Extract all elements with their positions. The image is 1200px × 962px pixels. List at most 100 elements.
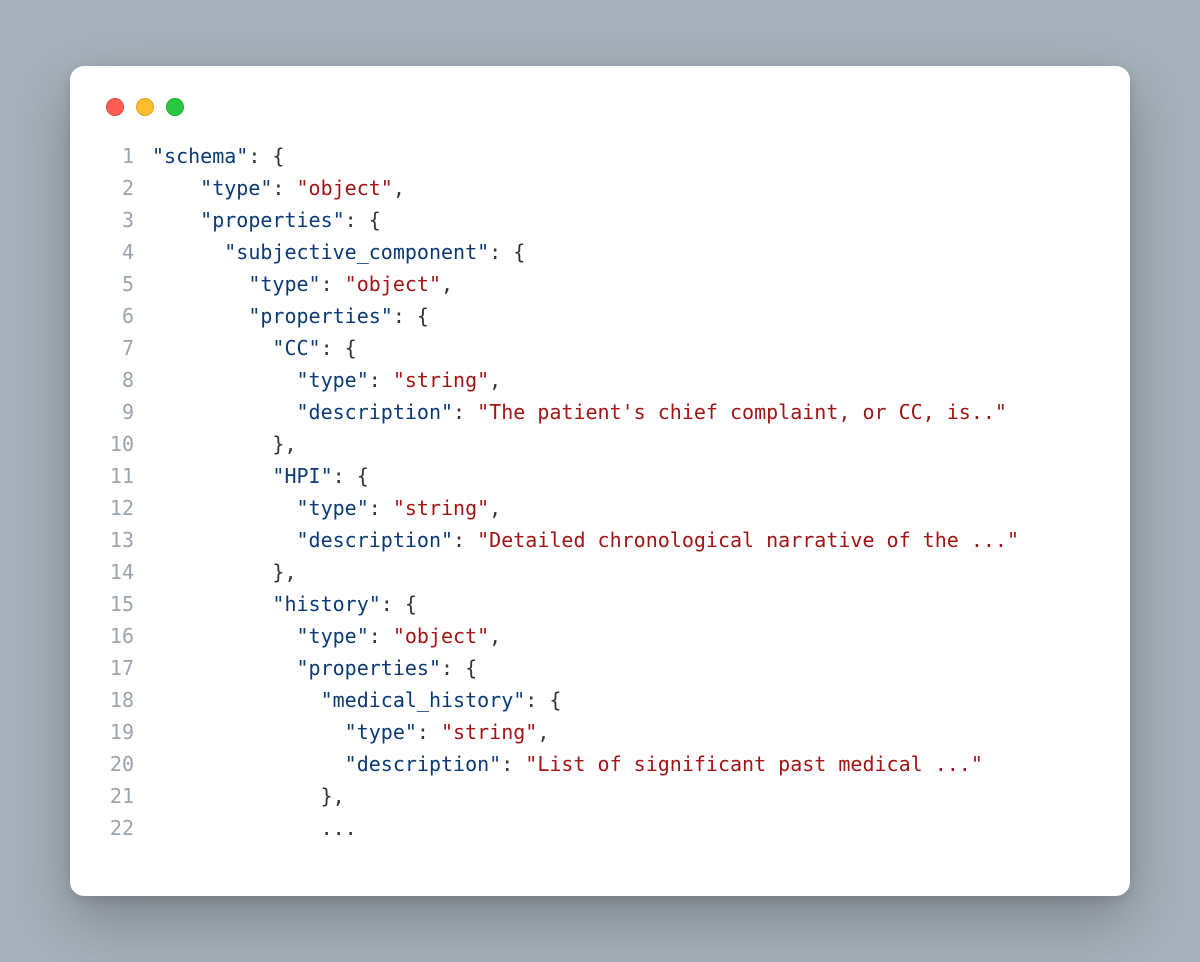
line-content: ... (152, 812, 1094, 844)
token-str: "object" (345, 272, 441, 296)
token-str: "object" (297, 176, 393, 200)
token-punct: }, (272, 432, 296, 456)
code-line: 9 "description": "The patient's chief co… (106, 396, 1094, 428)
line-content: "description": "The patient's chief comp… (152, 396, 1094, 428)
line-content: "type": "string", (152, 492, 1094, 524)
close-icon[interactable] (106, 98, 124, 116)
token-punct: : { (321, 336, 357, 360)
code-line: 3 "properties": { (106, 204, 1094, 236)
line-number: 14 (106, 556, 152, 588)
token-str: "string" (393, 496, 489, 520)
token-punct: }, (321, 784, 345, 808)
minimize-icon[interactable] (136, 98, 154, 116)
token-key: "properties" (297, 656, 442, 680)
token-punct: , (393, 176, 405, 200)
token-punct: : (369, 496, 393, 520)
token-punct: : { (345, 208, 381, 232)
line-number: 17 (106, 652, 152, 684)
token-punct: : (417, 720, 441, 744)
token-punct: : (369, 368, 393, 392)
token-key: "description" (297, 528, 454, 552)
code-line: 10 }, (106, 428, 1094, 460)
line-content: "type": "object", (152, 620, 1094, 652)
token-punct: , (489, 624, 501, 648)
line-number: 1 (106, 140, 152, 172)
code-line: 18 "medical_history": { (106, 684, 1094, 716)
token-punct: : { (393, 304, 429, 328)
line-number: 12 (106, 492, 152, 524)
code-line: 17 "properties": { (106, 652, 1094, 684)
token-key: "description" (297, 400, 454, 424)
line-content: }, (152, 556, 1094, 588)
line-number: 5 (106, 268, 152, 300)
token-str: "object" (393, 624, 489, 648)
token-punct: : { (248, 144, 284, 168)
line-content: "description": "Detailed chronological n… (152, 524, 1094, 556)
token-punct: : { (441, 656, 477, 680)
line-number: 22 (106, 812, 152, 844)
line-number: 4 (106, 236, 152, 268)
token-punct: : (453, 528, 477, 552)
token-str: "Detailed chronological narrative of the… (477, 528, 1019, 552)
token-punct: : (501, 752, 525, 776)
traffic-lights (106, 98, 1094, 116)
line-number: 21 (106, 780, 152, 812)
line-content: "history": { (152, 588, 1094, 620)
code-line: 13 "description": "Detailed chronologica… (106, 524, 1094, 556)
line-number: 2 (106, 172, 152, 204)
code-line: 2 "type": "object", (106, 172, 1094, 204)
code-line: 15 "history": { (106, 588, 1094, 620)
token-punct: : { (381, 592, 417, 616)
token-key: "medical_history" (321, 688, 526, 712)
line-number: 9 (106, 396, 152, 428)
line-content: }, (152, 428, 1094, 460)
line-content: "schema": { (152, 140, 1094, 172)
code-line: 4 "subjective_component": { (106, 236, 1094, 268)
zoom-icon[interactable] (166, 98, 184, 116)
line-content: "type": "string", (152, 716, 1094, 748)
line-content: "type": "object", (152, 172, 1094, 204)
token-key: "type" (248, 272, 320, 296)
code-line: 22 ... (106, 812, 1094, 844)
line-content: }, (152, 780, 1094, 812)
line-content: "description": "List of significant past… (152, 748, 1094, 780)
token-key: "type" (297, 496, 369, 520)
token-str: "string" (393, 368, 489, 392)
token-key: "CC" (272, 336, 320, 360)
line-number: 19 (106, 716, 152, 748)
code-line: 8 "type": "string", (106, 364, 1094, 396)
code-line: 16 "type": "object", (106, 620, 1094, 652)
line-content: "CC": { (152, 332, 1094, 364)
token-ellip: ... (321, 816, 357, 840)
line-content: "type": "object", (152, 268, 1094, 300)
token-key: "properties" (200, 208, 345, 232)
token-key: "properties" (248, 304, 393, 328)
code-line: 14 }, (106, 556, 1094, 588)
line-number: 6 (106, 300, 152, 332)
line-number: 20 (106, 748, 152, 780)
token-key: "type" (345, 720, 417, 744)
code-line: 7 "CC": { (106, 332, 1094, 364)
line-number: 18 (106, 684, 152, 716)
line-number: 3 (106, 204, 152, 236)
code-line: 1"schema": { (106, 140, 1094, 172)
token-key: "type" (297, 624, 369, 648)
line-number: 16 (106, 620, 152, 652)
code-line: 12 "type": "string", (106, 492, 1094, 524)
token-punct: : { (333, 464, 369, 488)
code-line: 5 "type": "object", (106, 268, 1094, 300)
code-block: 1"schema": {2 "type": "object",3 "proper… (106, 140, 1094, 844)
line-number: 7 (106, 332, 152, 364)
token-punct: : (321, 272, 345, 296)
token-punct: : { (489, 240, 525, 264)
token-punct: : (272, 176, 296, 200)
code-line: 20 "description": "List of significant p… (106, 748, 1094, 780)
token-punct: : (453, 400, 477, 424)
line-content: "subjective_component": { (152, 236, 1094, 268)
token-key: "history" (272, 592, 380, 616)
code-window: 1"schema": {2 "type": "object",3 "proper… (70, 66, 1130, 896)
line-content: "properties": { (152, 652, 1094, 684)
line-number: 13 (106, 524, 152, 556)
token-key: "schema" (152, 144, 248, 168)
line-content: "medical_history": { (152, 684, 1094, 716)
